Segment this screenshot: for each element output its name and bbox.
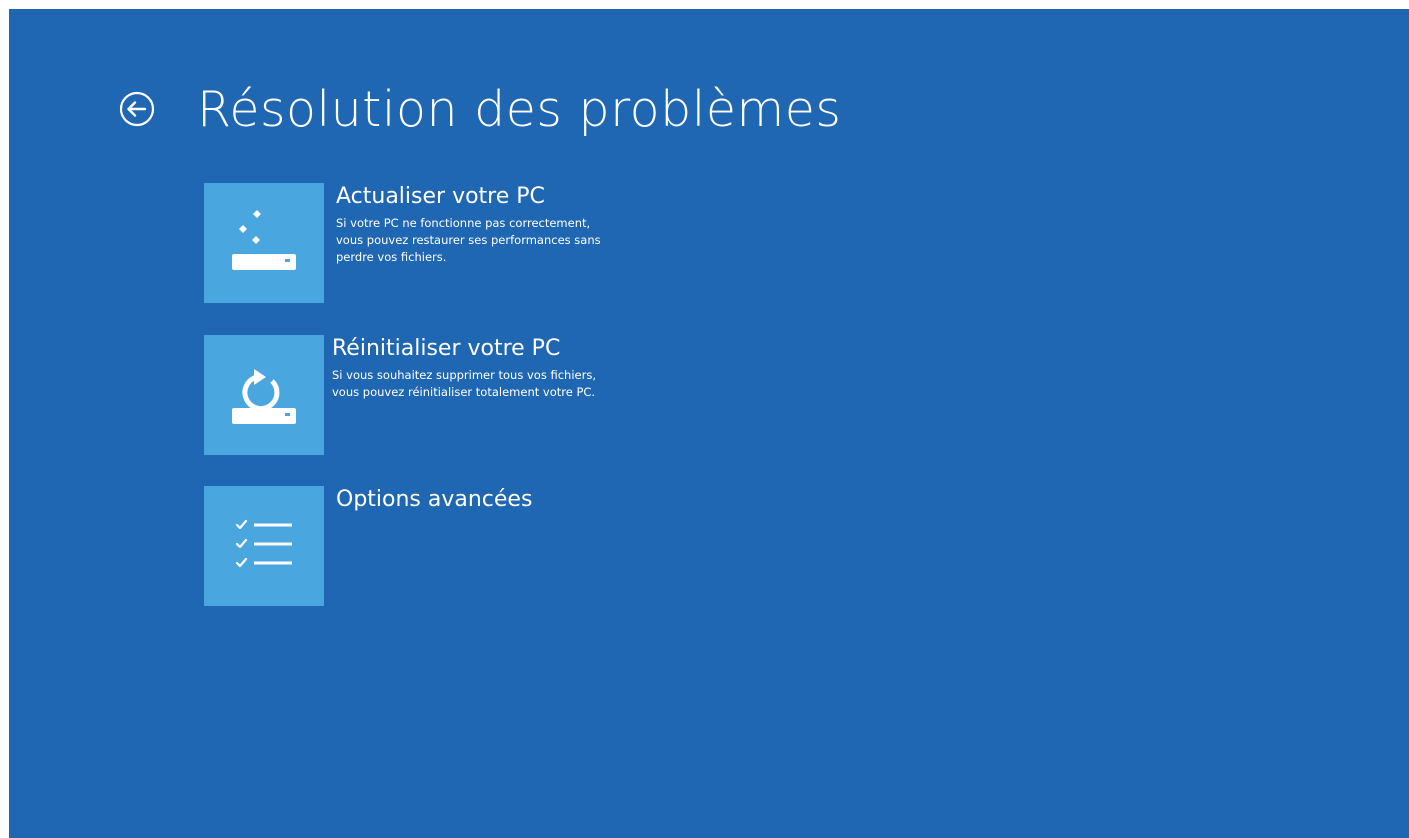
refresh-pc-icon [232,210,296,270]
back-button[interactable] [117,89,157,129]
option-title: Réinitialiser votre PC [332,336,561,361]
option-text: Options avancées [336,486,626,518]
option-tile [204,486,324,606]
option-title: Options avancées [336,487,533,512]
option-advanced[interactable]: Options avancées [204,486,624,606]
option-description: Si vous souhaitez supprimer tous vos fic… [332,368,596,399]
option-refresh-pc[interactable]: Actualiser votre PC Si votre PC ne fonct… [204,183,624,303]
header: Résolution des problèmes [117,69,841,149]
recovery-screen: Résolution des problèmes Actualiser votr… [9,9,1409,838]
option-title: Actualiser votre PC [336,184,545,209]
reset-pc-icon [232,369,296,424]
option-tile [204,335,324,455]
checklist-icon [235,519,292,568]
option-reset-pc[interactable]: Réinitialiser votre PC Si vous souhaitez… [204,335,624,455]
option-tile [204,183,324,303]
page-title: Résolution des problèmes [197,80,842,138]
option-text: Actualiser votre PC Si votre PC ne fonct… [336,183,626,266]
back-arrow-circle-icon [119,91,155,127]
option-text: Réinitialiser votre PC Si vous souhaitez… [332,335,622,401]
option-description: Si votre PC ne fonctionne pas correcteme… [336,216,601,264]
